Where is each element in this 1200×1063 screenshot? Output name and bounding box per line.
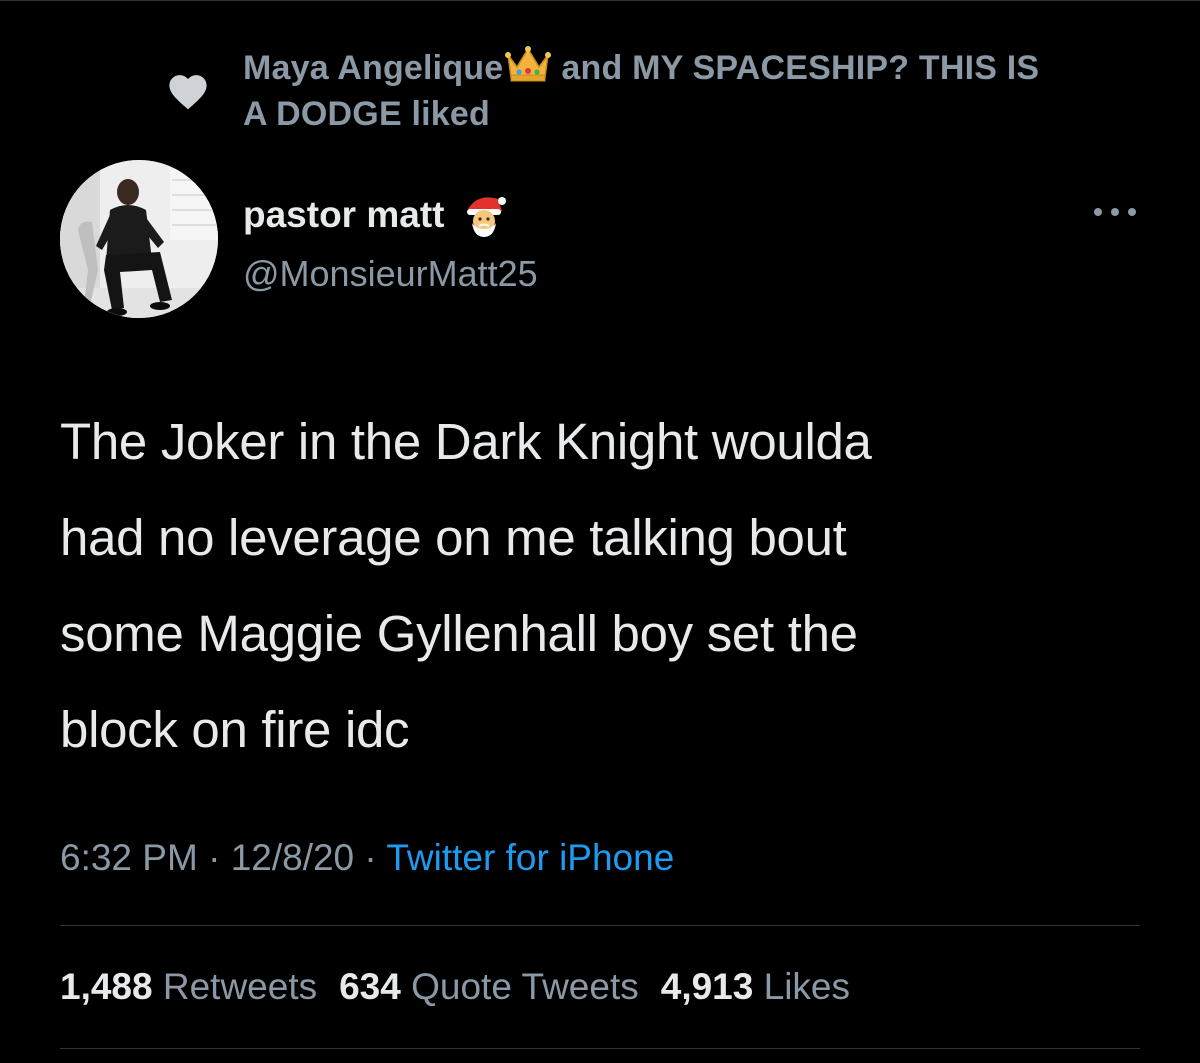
heart-icon — [169, 75, 207, 110]
tweet-time[interactable]: 6:32 PM — [60, 837, 198, 878]
meta-separator: · — [364, 837, 377, 878]
context-action: liked — [411, 95, 490, 133]
liker-name-1[interactable]: Maya Angelique — [243, 49, 503, 87]
display-name[interactable]: pastor matt — [243, 190, 444, 240]
likes-label: Likes — [763, 966, 851, 1007]
tweet-date[interactable]: 12/8/20 — [231, 837, 354, 878]
retweets-stat[interactable]: 1,488 Retweets — [60, 962, 317, 1012]
liker-name-2-continued[interactable]: A DODGE — [243, 95, 402, 133]
likes-count: 4,913 — [660, 966, 754, 1007]
more-options-icon[interactable] — [1090, 204, 1140, 220]
social-context: Maya Angelique and MY SPACESHIP? THIS IS… — [165, 38, 1155, 148]
tweet-source-link[interactable]: Twitter for iPhone — [386, 837, 674, 878]
retweets-label: Retweets — [162, 966, 318, 1007]
liker-name-2[interactable]: MY SPACESHIP? THIS IS — [632, 49, 1039, 87]
divider — [60, 925, 1140, 926]
retweets-count: 1,488 — [60, 966, 153, 1007]
quote-tweets-label: Quote Tweets — [411, 966, 639, 1007]
author-handle[interactable]: @MonsieurMatt25 — [243, 251, 538, 297]
avatar[interactable] — [60, 160, 218, 318]
avatar-image — [60, 160, 218, 318]
quote-tweets-count: 634 — [339, 966, 401, 1007]
divider — [60, 1048, 1140, 1049]
likes-stat[interactable]: 4,913 Likes — [661, 962, 850, 1012]
tweet-author-header: pastor matt @MonsieurMatt25 — [60, 160, 1150, 322]
social-context-text: Maya Angelique and MY SPACESHIP? THIS IS… — [243, 45, 1143, 137]
context-connector: and — [561, 49, 623, 87]
crown-icon — [505, 46, 552, 82]
meta-separator: · — [208, 837, 221, 878]
tweet-text: The Joker in the Dark Knight woulda had … — [60, 413, 872, 758]
tweet-stats: 1,488 Retweets 634 Quote Tweets 4,913 Like… — [60, 962, 872, 1012]
display-name-row: pastor matt — [243, 190, 507, 240]
tweet-meta: 6:32 PM · 12/8/20 · Twitter for iPhone — [60, 833, 674, 883]
quote-tweets-stat[interactable]: 634 Quote Tweets — [339, 962, 639, 1012]
top-border — [0, 0, 1200, 1]
santa-icon — [467, 197, 507, 237]
